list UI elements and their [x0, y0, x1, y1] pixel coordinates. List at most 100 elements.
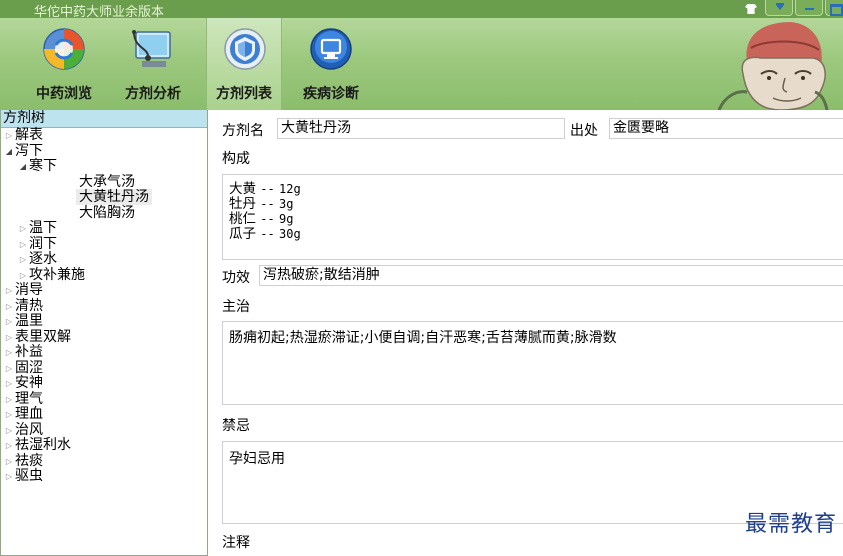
toolbar-label: 疾病诊断: [303, 86, 359, 102]
collapsed-arrow-icon[interactable]: ▷: [3, 376, 15, 392]
composition-row: 大黄 -- 12g: [229, 181, 301, 197]
composition-label: 构成: [222, 151, 250, 167]
menu-dropdown-button[interactable]: [765, 0, 793, 16]
tree-category-item[interactable]: ◢ 泻下: [1, 142, 207, 160]
collapsed-arrow-icon[interactable]: ▷: [3, 345, 15, 361]
tree-category-item[interactable]: ▷ 理气: [1, 390, 207, 408]
tree-item-label: 攻补兼施: [29, 266, 85, 283]
tree-category-item[interactable]: ▷ 解表: [1, 127, 207, 144]
tree-item-label: 表里双解: [15, 328, 71, 345]
tree-category-item[interactable]: ▷ 清热: [1, 297, 207, 315]
prescription-tree-panel: 方剂树 ▷ 解表 ◢ 泻下 ◢ 寒下 大承气汤 大黄牡丹汤 大陷胸汤 ▷ 温下 ▷ 润下 ▷ 逐水 ▷ 攻补兼施…: [0, 110, 208, 556]
indication-area[interactable]: 肠痈初起;热湿瘀滞证;小便自调;自汗恶寒;舌苔薄腻而黄;脉滑数: [222, 321, 843, 405]
tree-category-item[interactable]: ▷ 安神: [1, 375, 207, 392]
tree-category-item[interactable]: ▷ 逐水: [1, 251, 207, 268]
tree-category-item[interactable]: ▷ 表里双解: [1, 328, 207, 346]
hua-tuo-portrait-image: [717, 22, 829, 110]
tree-item-label: 大黄牡丹汤: [76, 189, 152, 205]
collapsed-arrow-icon[interactable]: ▷: [3, 299, 15, 315]
indication-label: 主治: [222, 299, 250, 315]
tree-item-label: 大承气汤: [79, 173, 135, 190]
expanded-arrow-icon[interactable]: ◢: [3, 144, 15, 160]
tree-item-label: 逐水: [29, 251, 57, 267]
collapsed-arrow-icon[interactable]: ▷: [3, 283, 15, 299]
tree-item-label: 消导: [15, 282, 43, 298]
maximize-button[interactable]: [825, 0, 843, 16]
tree-item-label: 温里: [15, 313, 43, 329]
tree-item-label: 祛湿利水: [15, 437, 71, 453]
tree-category-item[interactable]: ▷ 攻补兼施: [1, 266, 207, 284]
tree-category-item[interactable]: ◢ 寒下: [1, 158, 207, 175]
tree-item-label: 润下: [29, 235, 57, 252]
efficacy-field[interactable]: 泻热破瘀;散结消肿: [259, 265, 843, 286]
tree-item-label: 大陷胸汤: [79, 204, 135, 221]
tree-category-item[interactable]: ▷ 消导: [1, 282, 207, 299]
tree-category-item[interactable]: ▷ 补益: [1, 344, 207, 361]
tree-category-item[interactable]: ▷ 温下: [1, 220, 207, 237]
tree-header: 方剂树: [1, 110, 207, 128]
tree-item-label: 理气: [15, 390, 43, 407]
skin-icon[interactable]: [745, 4, 757, 14]
tree-leaf-item[interactable]: 大黄牡丹汤: [1, 189, 207, 206]
tree-category-item[interactable]: ▷ 治风: [1, 421, 207, 439]
tree-leaf-item[interactable]: 大承气汤: [1, 173, 207, 191]
title-bar: 华佗中药大师业余版本: [0, 0, 843, 20]
collapsed-arrow-icon[interactable]: ▷: [17, 221, 29, 237]
tree-item-label: 泻下: [15, 142, 43, 159]
tree-category-item[interactable]: ▷ 祛痰: [1, 452, 207, 470]
tree-category-item[interactable]: ▷ 固涩: [1, 359, 207, 377]
tree-item-label: 安神: [15, 375, 43, 391]
prescription-list-icon: [224, 28, 266, 70]
toolbar-herb-browse[interactable]: 中药浏览: [22, 18, 106, 110]
toolbar-disease-diagnosis[interactable]: 疾病诊断: [294, 18, 368, 110]
source-field[interactable]: 金匮要略: [609, 118, 843, 139]
tree-category-item[interactable]: ▷ 驱虫: [1, 468, 207, 485]
efficacy-label: 功效: [222, 270, 250, 286]
collapsed-arrow-icon[interactable]: ▷: [17, 252, 29, 268]
prescription-name-field[interactable]: 大黄牡丹汤: [277, 118, 565, 139]
tree-leaf-item[interactable]: 大陷胸汤: [1, 204, 207, 222]
prescription-detail-panel: 方剂名 大黄牡丹汤 出处 金匮要略 构成 大黄 -- 12g 牡丹 -- 3g …: [208, 110, 843, 556]
collapsed-arrow-icon[interactable]: ▷: [3, 392, 15, 408]
prescription-tree: ▷ 解表 ◢ 泻下 ◢ 寒下 大承气汤 大黄牡丹汤 大陷胸汤 ▷ 温下 ▷ 润下 ▷ 逐水 ▷ 攻补兼施 ▷ 消导 ▷…: [1, 127, 207, 485]
tree-item-label: 解表: [15, 127, 43, 143]
tree-category-item[interactable]: ▷ 温里: [1, 313, 207, 330]
minimize-button[interactable]: [795, 0, 823, 16]
toolbar-prescription-list[interactable]: 方剂列表: [206, 18, 282, 110]
tree-item-label: 寒下: [29, 158, 57, 174]
collapsed-arrow-icon[interactable]: ▷: [3, 454, 15, 470]
herb-browse-icon: [43, 28, 85, 70]
collapsed-arrow-icon[interactable]: ▷: [3, 469, 15, 485]
tree-item-label: 治风: [15, 421, 43, 438]
collapsed-arrow-icon[interactable]: ▷: [3, 438, 15, 454]
window-controls: [745, 0, 843, 18]
toolbar-prescription-analysis[interactable]: 方剂分析: [114, 18, 192, 110]
collapsed-arrow-icon[interactable]: ▷: [3, 128, 15, 144]
composition-row: 瓜子 -- 30g: [229, 226, 301, 242]
source-label: 出处: [570, 123, 598, 139]
tree-category-item[interactable]: ▷ 祛湿利水: [1, 437, 207, 454]
tree-item-label: 祛痰: [15, 452, 43, 469]
tree-item-label: 理血: [15, 406, 43, 422]
collapsed-arrow-icon[interactable]: ▷: [3, 361, 15, 377]
tree-category-item[interactable]: ▷ 理血: [1, 406, 207, 423]
tree-item-label: 清热: [15, 297, 43, 314]
toolbar-label: 方剂列表: [216, 86, 272, 102]
composition-row: 桃仁 -- 9g: [229, 211, 294, 227]
tree-item-label: 补益: [15, 344, 43, 360]
tree-item-label: 驱虫: [15, 468, 43, 484]
tree-category-item[interactable]: ▷ 润下: [1, 235, 207, 253]
toolbar-label: 方剂分析: [125, 86, 181, 102]
collapsed-arrow-icon[interactable]: ▷: [3, 314, 15, 330]
expanded-arrow-icon[interactable]: ◢: [17, 159, 29, 175]
contraindication-label: 禁忌: [222, 418, 250, 434]
name-label: 方剂名: [222, 123, 264, 139]
notes-label: 注释: [222, 535, 250, 551]
tree-item-label: 固涩: [15, 359, 43, 376]
collapsed-arrow-icon[interactable]: ▷: [3, 330, 15, 346]
composition-area[interactable]: 大黄 -- 12g 牡丹 -- 3g 桃仁 -- 9g 瓜子 -- 30g: [222, 174, 843, 260]
collapsed-arrow-icon[interactable]: ▷: [17, 268, 29, 284]
collapsed-arrow-icon[interactable]: ▷: [3, 407, 15, 423]
collapsed-arrow-icon[interactable]: ▷: [3, 423, 15, 439]
collapsed-arrow-icon[interactable]: ▷: [17, 237, 29, 253]
